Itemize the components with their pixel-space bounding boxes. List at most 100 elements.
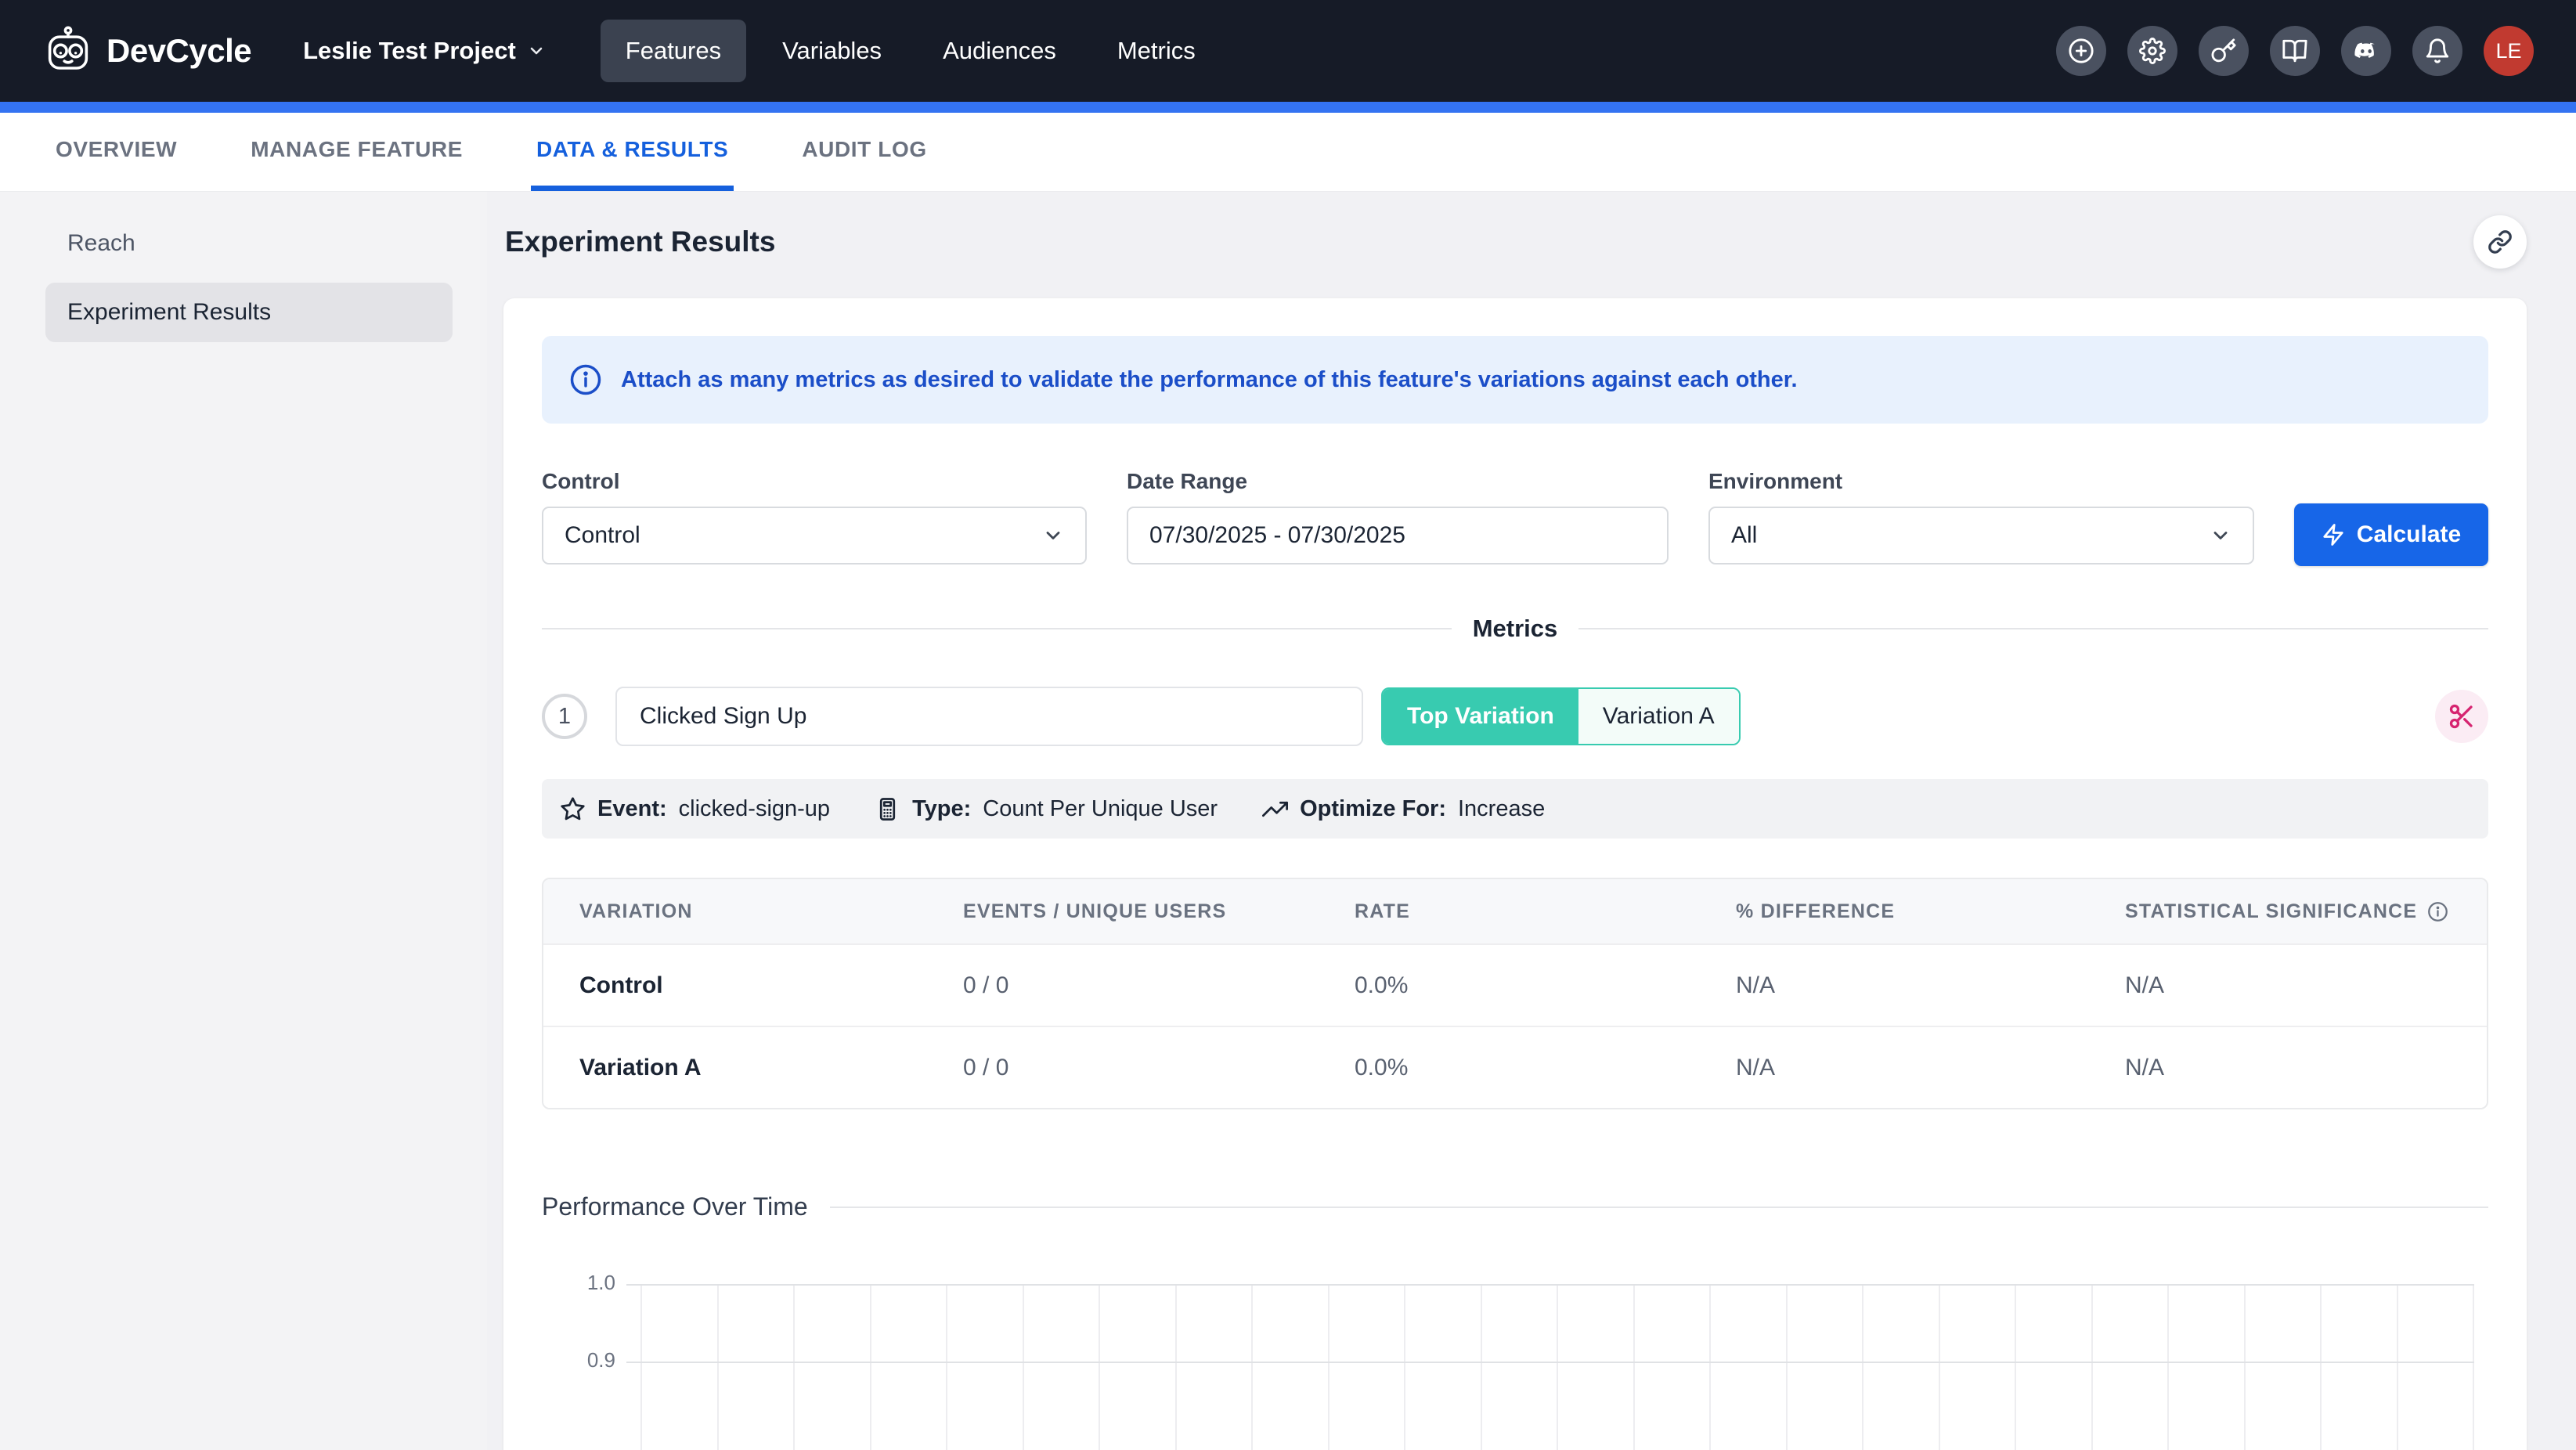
chart-vertical-gridline	[1099, 1284, 1100, 1450]
chart-ytick-label: 1.0	[587, 1271, 615, 1295]
environment-label: Environment	[1708, 469, 2254, 494]
info-icon	[569, 363, 602, 396]
sidebar-item-experiment-results[interactable]: Experiment Results	[45, 283, 453, 342]
chart-vertical-gridline	[1251, 1284, 1253, 1450]
chart-vertical-gridline	[717, 1284, 719, 1450]
chart-vertical-gridline	[2320, 1284, 2322, 1450]
type-value: Count Per Unique User	[983, 796, 1218, 822]
chart-vertical-gridline	[2473, 1284, 2474, 1450]
variation-toggle: Top Variation Variation A	[1381, 687, 1741, 745]
tab-audit-log[interactable]: AUDIT LOG	[796, 113, 932, 191]
toggle-top-variation[interactable]: Top Variation	[1383, 689, 1578, 744]
control-label: Control	[542, 469, 1087, 494]
docs-button[interactable]	[2270, 26, 2320, 76]
accent-bar	[0, 102, 2576, 113]
copy-link-button[interactable]	[2473, 215, 2527, 269]
col-variation: VARIATION	[543, 900, 963, 923]
tab-overview[interactable]: OVERVIEW	[50, 113, 182, 191]
environment-select-value: All	[1731, 522, 1757, 549]
sidebar-item-reach[interactable]: Reach	[45, 214, 453, 273]
date-range-label: Date Range	[1127, 469, 1669, 494]
table-row-variation-a: Variation A 0 / 0 0.0% N/A N/A	[543, 1026, 2487, 1108]
col-events: EVENTS / UNIQUE USERS	[963, 900, 1355, 923]
chart-vertical-gridline	[640, 1284, 642, 1450]
star-icon	[560, 796, 586, 822]
api-keys-button[interactable]	[2199, 26, 2249, 76]
chart-vertical-gridline	[2015, 1284, 2016, 1450]
chevron-down-icon	[1042, 525, 1064, 546]
calculate-button-label: Calculate	[2357, 521, 2461, 548]
info-banner: Attach as many metrics as desired to val…	[542, 336, 2488, 424]
environment-filter: Environment All	[1708, 469, 2254, 564]
devcycle-app: DevCycle Leslie Test Project Features Va…	[0, 0, 2576, 1450]
add-circle-icon	[2068, 38, 2094, 64]
col-rate: RATE	[1355, 900, 1736, 923]
book-open-icon	[2282, 38, 2308, 64]
user-avatar[interactable]: LE	[2484, 26, 2534, 76]
scissors-icon	[2448, 702, 2476, 730]
chevron-down-icon	[2210, 525, 2231, 546]
tab-manage-feature[interactable]: MANAGE FEATURE	[245, 113, 468, 191]
chart-horizontal-gridline	[626, 1284, 2474, 1286]
add-circle-button[interactable]	[2056, 26, 2106, 76]
control-select-value: Control	[565, 522, 640, 549]
settings-button[interactable]	[2127, 26, 2177, 76]
nav-item-metrics[interactable]: Metrics	[1092, 20, 1221, 82]
metric-index-badge: 1	[542, 694, 587, 739]
date-range-filter: Date Range	[1127, 469, 1669, 564]
discord-icon	[2353, 38, 2379, 64]
filters-row: Control Control Date Range Environment	[542, 469, 2488, 564]
chart-ytick-label: 0.9	[587, 1348, 615, 1372]
event-label: Event:	[597, 796, 667, 822]
info-icon[interactable]	[2427, 901, 2448, 922]
key-icon	[2210, 38, 2237, 64]
devcycle-logo[interactable]: DevCycle	[42, 25, 251, 77]
brand-name: DevCycle	[106, 32, 251, 70]
performance-title: Performance Over Time	[542, 1192, 808, 1221]
project-name: Leslie Test Project	[303, 37, 516, 65]
link-icon	[2488, 229, 2513, 254]
col-significance: STATISTICAL SIGNIFICANCE	[2125, 900, 2487, 923]
remove-metric-button[interactable]	[2435, 690, 2488, 743]
col-difference: % DIFFERENCE	[1736, 900, 2125, 923]
nav-item-audiences[interactable]: Audiences	[918, 20, 1081, 82]
main-nav: Features Variables Audiences Metrics	[601, 20, 1221, 82]
section-header: Experiment Results	[487, 192, 2527, 292]
optimize-value: Increase	[1458, 796, 1545, 822]
experiment-results-card: Attach as many metrics as desired to val…	[503, 298, 2527, 1450]
chart-vertical-gridline	[2397, 1284, 2398, 1450]
tab-data-results[interactable]: DATA & RESULTS	[531, 113, 734, 191]
navbar-actions: LE	[2056, 26, 2534, 76]
optimize-label: Optimize For:	[1300, 796, 1446, 822]
chart-vertical-gridline	[1023, 1284, 1024, 1450]
chevron-down-icon	[527, 41, 546, 60]
discord-button[interactable]	[2341, 26, 2391, 76]
performance-section-header: Performance Over Time	[542, 1192, 2488, 1221]
top-navbar: DevCycle Leslie Test Project Features Va…	[0, 0, 2576, 102]
calculate-button[interactable]: Calculate	[2294, 503, 2488, 566]
chart-vertical-gridline	[1709, 1284, 1711, 1450]
date-range-input[interactable]	[1127, 507, 1669, 564]
main-panel: Experiment Results Attach as many metric…	[487, 192, 2576, 1450]
nav-item-variables[interactable]: Variables	[757, 20, 907, 82]
feature-tabbar: OVERVIEW MANAGE FEATURE DATA & RESULTS A…	[0, 113, 2576, 192]
metric-name-input[interactable]	[615, 687, 1363, 746]
chart-vertical-gridline	[2244, 1284, 2246, 1450]
control-select[interactable]: Control	[542, 507, 1087, 564]
chart-vertical-gridline	[1328, 1284, 1329, 1450]
chart-vertical-gridline	[2091, 1284, 2093, 1450]
table-row-control: Control 0 / 0 0.0% N/A N/A	[543, 943, 2487, 1026]
chart-vertical-gridline	[1633, 1284, 1635, 1450]
chart-vertical-gridline	[1404, 1284, 1405, 1450]
chart-vertical-gridline	[1481, 1284, 1482, 1450]
notifications-button[interactable]	[2412, 26, 2462, 76]
environment-select[interactable]: All	[1708, 507, 2254, 564]
chart-vertical-gridline	[946, 1284, 947, 1450]
results-table: VARIATION EVENTS / UNIQUE USERS RATE % D…	[542, 878, 2488, 1109]
nav-item-features[interactable]: Features	[601, 20, 746, 82]
project-selector[interactable]: Leslie Test Project	[303, 37, 546, 65]
toggle-variation-a[interactable]: Variation A	[1578, 689, 1739, 744]
chart-horizontal-gridline	[626, 1362, 2474, 1363]
lightning-icon	[2322, 523, 2345, 546]
metric-row: 1 Top Variation Variation A	[542, 687, 2488, 746]
